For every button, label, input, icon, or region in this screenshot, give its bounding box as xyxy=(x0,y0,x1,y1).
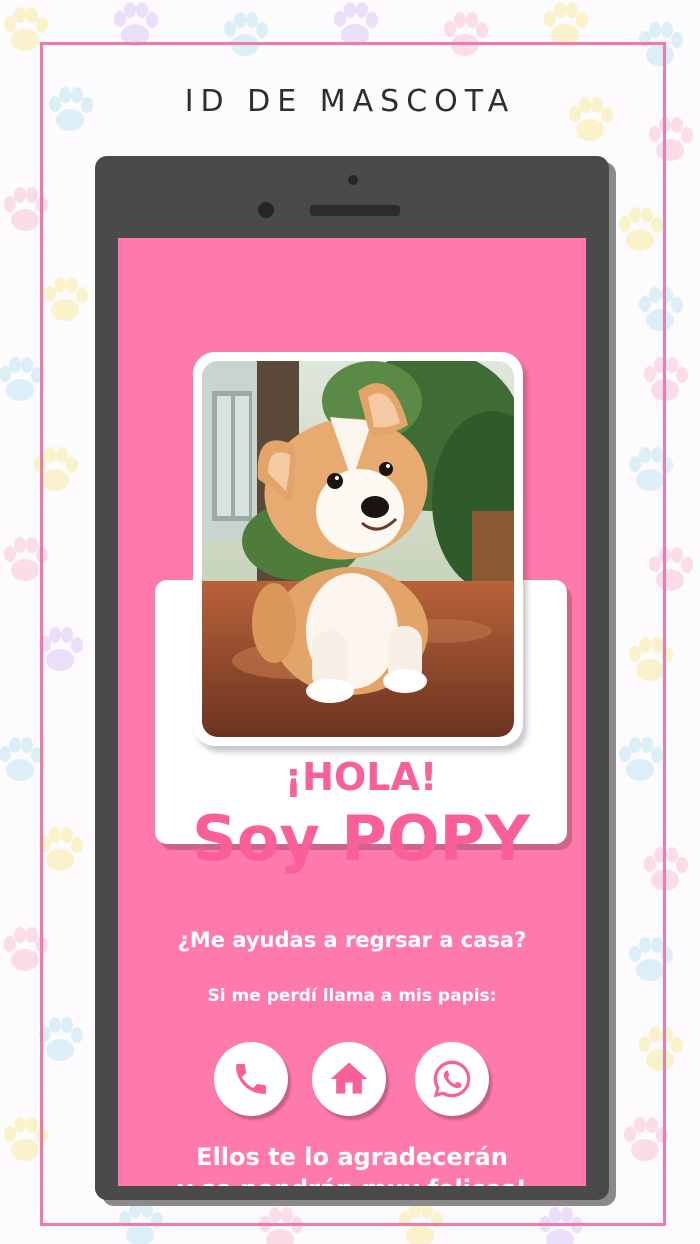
phone-icon xyxy=(236,1064,266,1094)
phone-sensor xyxy=(348,175,358,185)
whatsapp-icon xyxy=(433,1060,471,1098)
pet-photo-frame xyxy=(193,352,523,746)
whatsapp-button[interactable] xyxy=(415,1042,489,1116)
pet-name: Soy POPY xyxy=(192,802,530,875)
pet-photo xyxy=(202,361,514,737)
thanks-line-2: y se pondrán muy felices! xyxy=(118,1173,586,1186)
help-question: ¿Me ayudas a regrsar a casa? xyxy=(177,928,527,952)
corgi-puppy-illustration xyxy=(202,361,514,737)
greeting-text: ¡HOLA! xyxy=(284,755,438,799)
phone-speaker xyxy=(310,205,400,216)
phone-screen: ¡HOLA! Soy POPY ¿Me ayudas a regrsar a c… xyxy=(118,238,586,1186)
call-phone-button[interactable] xyxy=(214,1042,288,1116)
call-prompt: Si me perdí llama a mis papis: xyxy=(207,986,497,1006)
page-title: ID DE MASCOTA xyxy=(184,84,516,119)
front-camera xyxy=(258,202,274,218)
thanks-message: Ellos te lo agradecerán y se pondrán muy… xyxy=(118,1141,586,1186)
thanks-line-1: Ellos te lo agradecerán xyxy=(196,1143,508,1171)
home-icon xyxy=(330,1062,368,1094)
home-address-button[interactable] xyxy=(312,1042,386,1116)
phone-mockup: ¡HOLA! Soy POPY ¿Me ayudas a regrsar a c… xyxy=(95,156,609,1200)
